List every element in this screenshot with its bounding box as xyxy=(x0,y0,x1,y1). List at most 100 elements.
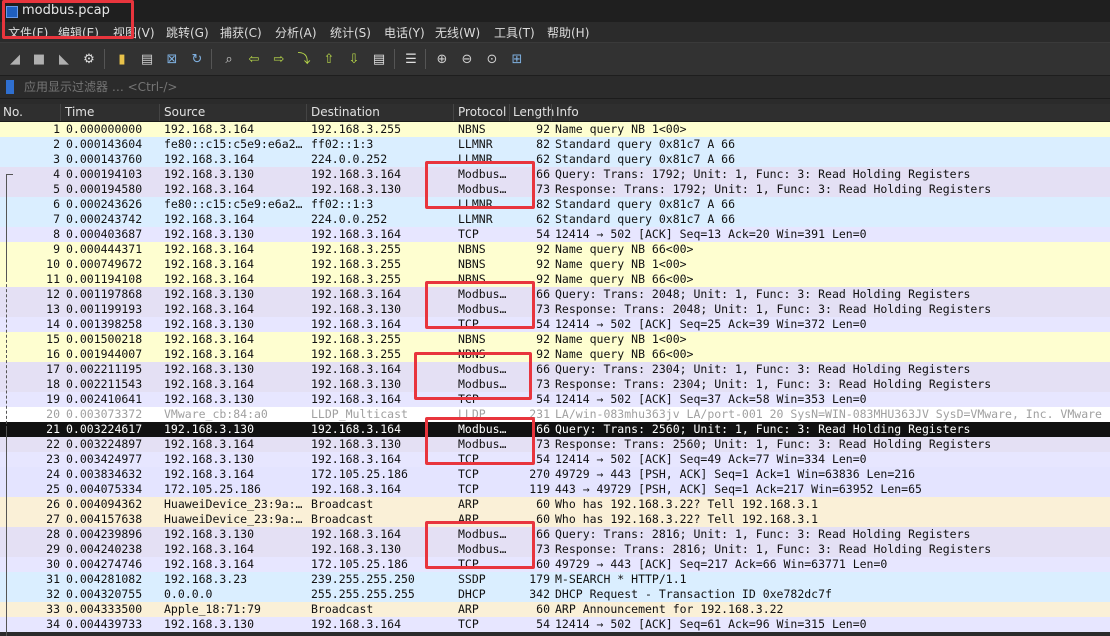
packet-row[interactable]: 29 0.004240238 192.168.3.164 192.168.3.130 M… xyxy=(0,542,1110,557)
packet-time-cell: 0.000143760 xyxy=(66,152,143,166)
column-header-source[interactable]: Source xyxy=(164,105,205,119)
packet-row[interactable]: 3 0.000143760 192.168.3.164 224.0.0.252 LLMN… xyxy=(0,152,1110,167)
menu-item-2[interactable]: 视图(V) xyxy=(113,24,155,41)
last-packet-icon[interactable]: ⇩ xyxy=(345,50,363,68)
column-header-time[interactable]: Time xyxy=(65,105,94,119)
resize-columns-icon[interactable]: ⊞ xyxy=(508,50,526,68)
filter-bookmark-icon[interactable] xyxy=(6,80,14,94)
packet-row[interactable]: 18 0.002211543 192.168.3.164 192.168.3.130 M… xyxy=(0,377,1110,392)
packet-row[interactable]: 30 0.004274746 192.168.3.164 172.105.25.186… xyxy=(0,557,1110,572)
packet-row[interactable]: 34 0.004439733 192.168.3.130 192.168.3.164 T… xyxy=(0,617,1110,632)
auto-scroll-icon[interactable]: ▤ xyxy=(370,50,388,68)
packet-time-cell: 0.000749672 xyxy=(66,257,143,271)
packet-proto-cell: Modbus… xyxy=(458,542,507,556)
packet-src-cell: 192.168.3.164 xyxy=(164,257,255,271)
packet-row[interactable]: 6 0.000243626 fe80::c15:c5e9:e6a2… ff02::1:… xyxy=(0,197,1110,212)
menu-item-10[interactable]: 帮助(H) xyxy=(547,24,589,41)
open-folder-icon[interactable]: ▮ xyxy=(113,50,131,68)
packet-time-cell: 0.000444371 xyxy=(66,242,143,256)
packet-row[interactable]: 5 0.000194580 192.168.3.164 192.168.3.130 Mo… xyxy=(0,182,1110,197)
packet-row[interactable]: 33 0.004333500 Apple_18:71:79 Broadcast ARP 6… xyxy=(0,602,1110,617)
options-gear-icon[interactable]: ⚙ xyxy=(80,50,98,68)
packet-row[interactable]: 26 0.004094362 HuaweiDevice_23:9a:… Broadca… xyxy=(0,497,1110,512)
packet-row[interactable]: 13 0.001199193 192.168.3.164 192.168.3.130 M… xyxy=(0,302,1110,317)
go-forward-arrow-icon[interactable]: ⇨ xyxy=(270,50,288,68)
packet-dst-cell: 224.0.0.252 xyxy=(311,212,388,226)
menu-item-8[interactable]: 无线(W) xyxy=(435,24,480,41)
packet-src-cell: 192.168.3.130 xyxy=(164,452,255,466)
zoom-in-icon[interactable]: ⊕ xyxy=(433,50,451,68)
packet-row[interactable]: 1 0.000000000 192.168.3.164 192.168.3.255 NB… xyxy=(0,122,1110,137)
stop-square-icon[interactable]: ■ xyxy=(30,50,48,68)
packet-row[interactable]: 19 0.002410641 192.168.3.130 192.168.3.164 T… xyxy=(0,392,1110,407)
packet-row[interactable]: 14 0.001398258 192.168.3.130 192.168.3.164 T… xyxy=(0,317,1110,332)
packet-row[interactable]: 25 0.004075334 172.105.25.186 192.168.3.164… xyxy=(0,482,1110,497)
first-packet-icon[interactable]: ⇧ xyxy=(320,50,338,68)
packet-info-cell: 12414 → 502 [ACK] Seq=13 Ack=20 Win=391 … xyxy=(555,227,867,241)
packet-row[interactable]: 24 0.003834632 192.168.3.164 172.105.25.186… xyxy=(0,467,1110,482)
packet-dst-cell: 224.0.0.252 xyxy=(311,152,388,166)
menu-item-3[interactable]: 跳转(G) xyxy=(166,24,209,41)
packet-info-cell: Response: Trans: 2048; Unit: 1, Func: 3:… xyxy=(555,302,992,316)
packet-row[interactable]: 12 0.001197868 192.168.3.130 192.168.3.164 M… xyxy=(0,287,1110,302)
reload-icon[interactable]: ↻ xyxy=(188,50,206,68)
go-back-arrow-icon[interactable]: ⇦ xyxy=(245,50,263,68)
packet-row[interactable]: 23 0.003424977 192.168.3.130 192.168.3.164 T… xyxy=(0,452,1110,467)
menu-item-0[interactable]: 文件(F) xyxy=(8,24,48,41)
packet-row[interactable]: 15 0.001500218 192.168.3.164 192.168.3.255 N… xyxy=(0,332,1110,347)
packet-row[interactable]: 7 0.000243742 192.168.3.164 224.0.0.252 LLMN… xyxy=(0,212,1110,227)
zoom-out-icon[interactable]: ⊖ xyxy=(458,50,476,68)
packet-info-cell: LA/win-083mhu363jv LA/port-001 20 SysN=W… xyxy=(555,407,1102,421)
packet-row[interactable]: 17 0.002211195 192.168.3.130 192.168.3.164 M… xyxy=(0,362,1110,377)
restart-fin-icon[interactable]: ◣ xyxy=(55,50,73,68)
packet-row[interactable]: 20 0.003073372 VMware_cb:84:a0 LLDP_Multica… xyxy=(0,407,1110,422)
find-magnifier-icon[interactable]: ⌕ xyxy=(220,50,238,68)
menu-item-6[interactable]: 统计(S) xyxy=(330,24,371,41)
packet-row[interactable]: 28 0.004239896 192.168.3.130 192.168.3.164 M… xyxy=(0,527,1110,542)
packet-src-cell: 192.168.3.164 xyxy=(164,122,255,136)
packet-row[interactable]: 16 0.001944007 192.168.3.164 192.168.3.255 N… xyxy=(0,347,1110,362)
column-header-length[interactable]: Length xyxy=(513,105,554,119)
colorize-icon[interactable]: ☰ xyxy=(402,50,420,68)
packet-dst-cell: 192.168.3.255 xyxy=(311,257,402,271)
packet-row[interactable]: 27 0.004157638 HuaweiDevice_23:9a:… Broadca… xyxy=(0,512,1110,527)
packet-row[interactable]: 10 0.000749672 192.168.3.164 192.168.3.255 N… xyxy=(0,257,1110,272)
menu-item-9[interactable]: 工具(T) xyxy=(494,24,535,41)
conversation-bracket xyxy=(6,174,13,280)
close-file-icon[interactable]: ⊠ xyxy=(163,50,181,68)
packet-row[interactable]: 21 0.003224617 192.168.3.130 192.168.3.164 M… xyxy=(0,422,1110,437)
menu-item-1[interactable]: 编辑(E) xyxy=(58,24,99,41)
column-header-protocol[interactable]: Protocol xyxy=(458,105,506,119)
packet-row[interactable]: 31 0.004281082 192.168.3.23 239.255.255.250… xyxy=(0,572,1110,587)
menu-item-4[interactable]: 捕获(C) xyxy=(220,24,262,41)
packet-proto-cell: TCP xyxy=(458,317,479,331)
packet-proto-cell: TCP xyxy=(458,392,479,406)
packet-time-cell: 0.004094362 xyxy=(66,497,143,511)
display-filter-input[interactable] xyxy=(20,78,1110,96)
column-header-no[interactable]: No. xyxy=(3,105,23,119)
packet-proto-cell: Modbus… xyxy=(458,422,507,436)
packet-row[interactable]: 4 0.000194103 192.168.3.130 192.168.3.164 Mo… xyxy=(0,167,1110,182)
packet-info-cell: 443 → 49729 [PSH, ACK] Seq=1 Ack=217 Win… xyxy=(555,482,922,496)
packet-row[interactable]: 8 0.000403687 192.168.3.130 192.168.3.164 TC… xyxy=(0,227,1110,242)
packet-dst-cell: Broadcast xyxy=(311,497,374,511)
menu-item-7[interactable]: 电话(Y) xyxy=(384,24,425,41)
normal-size-icon[interactable]: ⊙ xyxy=(483,50,501,68)
menu-item-5[interactable]: 分析(A) xyxy=(275,24,317,41)
packet-len-cell: 92 xyxy=(536,347,550,361)
packet-src-cell: 192.168.3.164 xyxy=(164,467,255,481)
go-to-packet-icon[interactable]: ⤵ xyxy=(295,50,313,68)
packet-time-cell: 0.000403687 xyxy=(66,227,143,241)
packet-row[interactable]: 9 0.000444371 192.168.3.164 192.168.3.255 NB… xyxy=(0,242,1110,257)
save-file-icon[interactable]: ▤ xyxy=(138,50,156,68)
packet-proto-cell: TCP xyxy=(458,557,479,571)
packet-row[interactable]: 32 0.004320755 0.0.0.0 255.255.255.255 DHCP 3… xyxy=(0,587,1110,602)
shark-fin-start-icon[interactable]: ◢ xyxy=(6,50,24,68)
column-header-info[interactable]: Info xyxy=(556,105,579,119)
packet-dst-cell: 192.168.3.255 xyxy=(311,272,402,286)
packet-row[interactable]: 11 0.001194108 192.168.3.164 192.168.3.255 N… xyxy=(0,272,1110,287)
column-header-destination[interactable]: Destination xyxy=(311,105,380,119)
packet-row[interactable]: 22 0.003224897 192.168.3.164 192.168.3.130 M… xyxy=(0,437,1110,452)
packet-no-cell: 1 xyxy=(53,122,60,136)
packet-row[interactable]: 2 0.000143604 fe80::c15:c5e9:e6a2… ff02::1:… xyxy=(0,137,1110,152)
